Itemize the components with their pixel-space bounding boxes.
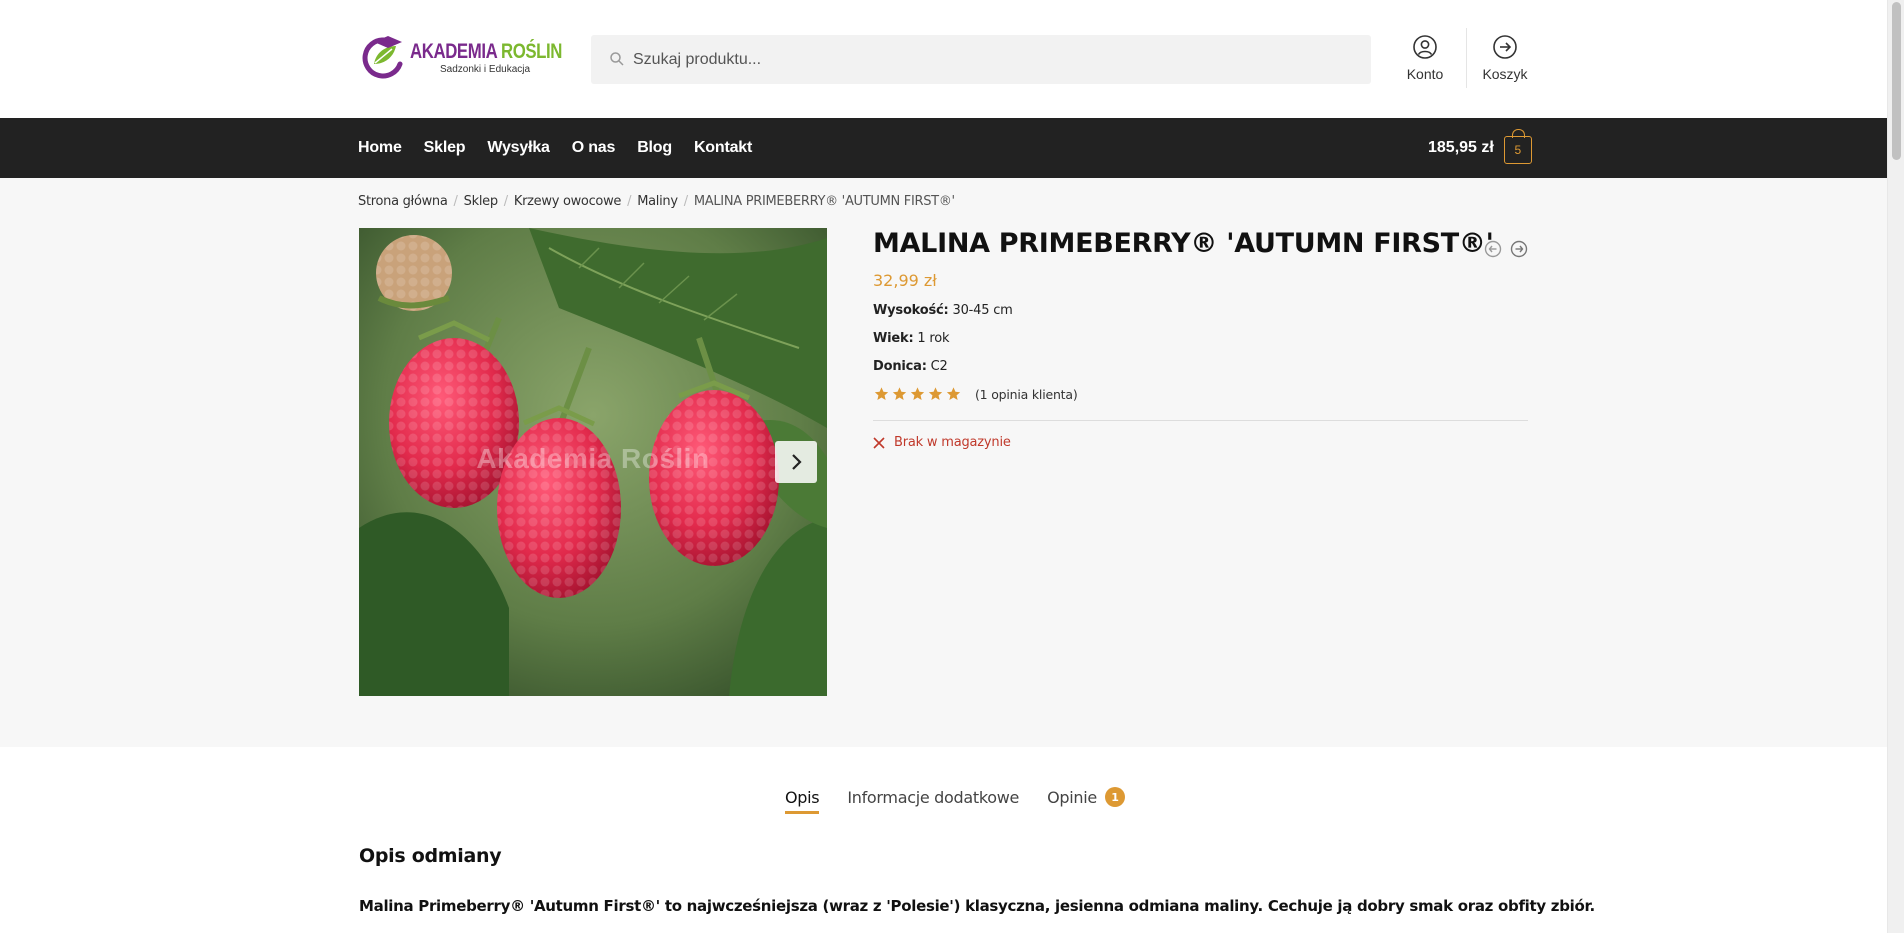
breadcrumb-separator: / [453,194,458,209]
nav-item-shipping[interactable]: Wysyłka [476,139,560,157]
stock-status-text: Brak w magazynie [894,435,1011,450]
attribute-label: Wysokość: [873,303,949,318]
attribute-value: C2 [926,359,948,374]
product-section: Strona główna / Sklep / Krzewy owocowe / Ma… [0,178,1887,747]
tab-label: Informacje dodatkowe [847,787,1020,807]
site-header: AKADEMIA ROŚLIN Sadzonki i Edukacja Kont… [0,0,1887,118]
description-lead: Malina Primeberry® 'Autumn First®' to na… [359,897,1595,915]
product-title: MALINA PRIMEBERRY® 'AUTUMN FIRST®' [873,228,1494,259]
review-count-link[interactable]: (1 opinia klienta) [975,387,1078,402]
nav-item-contact[interactable]: Kontakt [683,139,763,157]
star-rating [873,386,962,402]
breadcrumb-current: MALINA PRIMEBERRY® 'AUTUMN FIRST®' [693,194,955,209]
cart-bag-icon: 5 [1503,129,1532,164]
product-tabs: Opis Informacje dodatkowe Opinie 1 Opis o… [0,747,1887,933]
main-navigation: Home Sklep Wysyłka O nas Blog Kontakt 18… [0,118,1887,178]
product-summary: MALINA PRIMEBERRY® 'AUTUMN FIRST®' 32,99… [873,228,1528,450]
star-icon [928,387,943,400]
close-icon [873,436,885,449]
header-divider [1466,28,1467,88]
nav-item-blog[interactable]: Blog [626,139,683,157]
site-logo[interactable]: AKADEMIA ROŚLIN Sadzonki i Edukacja [362,32,562,84]
attribute-pot: Donica: C2 [873,359,1528,374]
attribute-height: Wysokość: 30-45 cm [873,303,1528,318]
nav-item-home[interactable]: Home [358,139,413,157]
star-icon [892,387,907,400]
tab-reviews[interactable]: Opinie 1 [1047,787,1125,813]
scrollbar-thumb[interactable] [1892,2,1901,160]
attribute-value: 30-45 cm [948,303,1013,318]
star-icon [910,387,925,400]
summary-divider [873,420,1528,421]
user-icon [1413,35,1437,59]
tab-label: Opis [785,787,820,807]
description-heading: Opis odmiany [359,845,502,867]
search-input[interactable] [633,35,1353,84]
breadcrumb-category[interactable]: Krzewy owocowe [514,194,622,209]
image-watermark: Akademia Roślin [476,443,710,474]
star-icon [946,387,961,400]
stock-status: Brak w magazynie [873,435,1528,450]
breadcrumb-subcategory[interactable]: Maliny [637,194,678,209]
breadcrumb: Strona główna / Sklep / Krzewy owocowe / Ma… [358,194,955,209]
page-scrollbar[interactable] [1887,0,1904,933]
cart-link[interactable]: Koszyk [1470,34,1540,82]
previous-product-icon[interactable] [1484,240,1502,258]
mini-cart[interactable]: 185,95 zł 5 [1428,118,1532,178]
next-product-icon[interactable] [1510,240,1528,258]
attribute-age: Wiek: 1 rok [873,331,1528,346]
attribute-label: Wiek: [873,331,914,346]
nav-item-shop[interactable]: Sklep [413,139,477,157]
attribute-label: Donica: [873,359,927,374]
logo-name: AKADEMIA ROŚLIN [410,40,563,63]
gallery-next-button[interactable] [775,441,817,483]
logo-tagline: Sadzonki i Edukacja [440,64,531,75]
tab-list: Opis Informacje dodatkowe Opinie 1 [785,787,1125,814]
breadcrumb-home[interactable]: Strona główna [358,194,448,209]
cart-count: 5 [1514,143,1522,157]
account-label: Konto [1406,66,1444,82]
breadcrumb-shop[interactable]: Sklep [464,194,498,209]
tab-label: Opinie [1047,787,1097,807]
arrow-right-circle-icon [1493,35,1517,59]
chevron-right-icon [792,454,802,470]
star-icon [874,387,889,400]
product-navigation [1484,240,1528,258]
product-rating: (1 opinia klienta) [873,386,1528,402]
breadcrumb-separator: / [683,194,688,209]
attribute-value: 1 rok [913,331,950,346]
search-icon [610,52,624,66]
tab-additional-information[interactable]: Informacje dodatkowe [847,788,1019,813]
breadcrumb-separator: / [627,194,632,209]
account-link[interactable]: Konto [1390,34,1460,82]
logo-emblem-icon [362,36,403,79]
product-search [591,35,1371,84]
breadcrumb-separator: / [503,194,508,209]
reviews-count-badge: 1 [1104,787,1125,807]
cart-link-label: Koszyk [1482,66,1528,82]
tab-description[interactable]: Opis [785,787,820,814]
product-price: 32,99 zł [873,271,937,290]
cart-total: 185,95 zł [1428,139,1494,156]
product-image-gallery[interactable]: Akademia Roślin [359,228,827,696]
nav-item-about[interactable]: O nas [561,139,626,157]
